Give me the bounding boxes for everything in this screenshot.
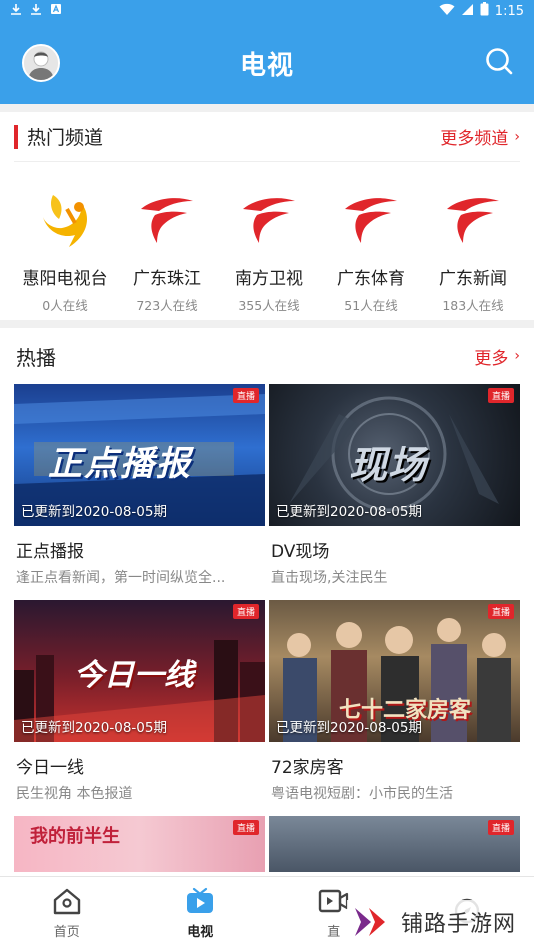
tv-icon — [187, 887, 214, 913]
online-count: 0人在线 — [42, 298, 88, 313]
more-hot-link[interactable]: 更多 › — [474, 344, 520, 369]
page-title: 电视 — [239, 50, 294, 81]
thumbnail-title-text: 今日一线 — [74, 658, 194, 693]
nav-label: 直 — [327, 925, 341, 940]
channel-name: 南方卫视 — [235, 269, 303, 289]
program-card[interactable]: 七十二家房客 直播 已更新到2020-08-05期 72家房客 粤语电视短剧：小… — [269, 600, 520, 816]
battery-icon — [480, 2, 489, 20]
channel-item-sports[interactable]: 广东体育 51人在线 — [320, 184, 422, 314]
online-count: 355人在线 — [238, 298, 300, 313]
channel-name: 广东新闻 — [439, 269, 507, 289]
hot-play-section: 热播 更多 › 正点播报 直播 已更新到2020-08-05期 正点播报 逢正点… — [0, 328, 534, 888]
program-card[interactable]: 正点播报 直播 已更新到2020-08-05期 正点播报 逢正点看新闻，第一时间… — [14, 384, 265, 600]
gdtv-logo-icon — [132, 184, 202, 254]
nav-label: 首页 — [53, 925, 80, 940]
search-button[interactable] — [484, 46, 514, 80]
channel-item-huiyang[interactable]: 惠阳电视台 0人在线 — [14, 184, 116, 314]
program-grid: 正点播报 直播 已更新到2020-08-05期 正点播报 逢正点看新闻，第一时间… — [0, 384, 534, 816]
program-description: 粤语电视短剧：小市民的生活 — [271, 786, 453, 802]
program-thumbnail: 现场 直播 已更新到2020-08-05期 — [269, 384, 520, 526]
program-thumbnail: 今日一线 直播 已更新到2020-08-05期 — [14, 600, 265, 742]
watermark: 铺路手游网 — [346, 900, 522, 944]
channel-item-nanfang[interactable]: 南方卫视 355人在线 — [218, 184, 320, 314]
program-row-partial: 我的前半生 直播 直播 — [0, 816, 534, 872]
user-avatar-icon — [24, 46, 58, 80]
channel-item-news[interactable]: 广东新闻 183人在线 — [422, 184, 524, 314]
program-description: 逢正点看新闻，第一时间纵览全... — [16, 570, 226, 586]
live-badge: 直播 — [487, 820, 514, 835]
watermark-logo-icon — [354, 908, 385, 936]
program-title: DV现场 — [271, 542, 330, 562]
hot-channels-header: 热门频道 更多频道 › — [14, 112, 520, 162]
live-badge: 直播 — [487, 604, 514, 619]
section-accent-bar — [14, 124, 18, 149]
update-text: 已更新到2020-08-05期 — [21, 504, 167, 520]
download-icon — [10, 3, 22, 19]
live-badge: 直播 — [487, 388, 514, 403]
app-header: 电视 — [0, 22, 534, 104]
search-icon — [486, 48, 513, 75]
online-count: 183人在线 — [442, 298, 504, 313]
program-card[interactable]: 现场 直播 已更新到2020-08-05期 DV现场 直击现场,关注民生 — [269, 384, 520, 600]
program-title: 今日一线 — [16, 758, 84, 778]
section-title: 热播 — [16, 345, 56, 370]
status-time: 1:15 — [494, 3, 524, 19]
more-channels-label: 更多频道 — [440, 129, 509, 149]
program-thumbnail: 七十二家房客 直播 已更新到2020-08-05期 — [269, 600, 520, 742]
program-title: 正点播报 — [16, 542, 84, 562]
program-card[interactable]: 今日一线 直播 已更新到2020-08-05期 今日一线 民生视角 本色报道 — [14, 600, 265, 816]
hot-channels-section: 热门频道 更多频道 › 惠阳电视台 0人在线 广东珠江 723人在线 南方卫视 … — [0, 112, 534, 320]
wifi-icon — [439, 3, 455, 20]
channel-list: 惠阳电视台 0人在线 广东珠江 723人在线 南方卫视 355人在线 广东体育 … — [0, 162, 534, 314]
nav-label: 电视 — [187, 925, 214, 940]
signal-icon — [461, 3, 474, 20]
live-badge: 直播 — [232, 820, 259, 835]
online-count: 51人在线 — [344, 298, 398, 313]
program-description: 民生视角 本色报道 — [16, 786, 133, 802]
channel-name: 惠阳电视台 — [22, 269, 108, 289]
thumbnail-title-text: 正点播报 — [48, 444, 192, 484]
watermark-text: 铺路手游网 — [400, 912, 516, 937]
program-title: 72家房客 — [271, 758, 344, 778]
live-badge: 直播 — [232, 388, 259, 403]
channel-name: 广东珠江 — [133, 269, 201, 289]
nav-item-tv[interactable]: 电视 — [134, 877, 268, 950]
status-bar: 1:15 — [0, 0, 534, 22]
notification-a-icon — [50, 3, 62, 19]
chevron-right-icon: › — [514, 128, 520, 145]
channel-name: 广东体育 — [337, 269, 405, 289]
program-thumbnail[interactable]: 直播 — [269, 816, 520, 872]
gdtv-logo-icon — [234, 184, 304, 254]
update-text: 已更新到2020-08-05期 — [276, 504, 422, 520]
program-thumbnail[interactable]: 我的前半生 直播 — [14, 816, 265, 872]
home-icon — [53, 888, 80, 915]
section-title: 热门频道 — [27, 127, 104, 149]
live-video-icon — [318, 889, 348, 913]
chevron-right-icon: › — [514, 348, 520, 364]
nav-item-home[interactable]: 首页 — [0, 877, 134, 950]
program-thumbnail: 正点播报 直播 已更新到2020-08-05期 — [14, 384, 265, 526]
online-count: 723人在线 — [136, 298, 198, 313]
more-hot-label: 更多 — [474, 348, 509, 369]
huiyang-logo-icon — [30, 184, 100, 254]
download-icon — [30, 3, 42, 19]
update-text: 已更新到2020-08-05期 — [21, 720, 167, 736]
more-channels-link[interactable]: 更多频道 › — [440, 124, 520, 150]
gdtv-logo-icon — [336, 184, 406, 254]
channel-item-zhujiang[interactable]: 广东珠江 723人在线 — [116, 184, 218, 314]
live-badge: 直播 — [232, 604, 259, 619]
gdtv-logo-icon — [438, 184, 508, 254]
program-description: 直击现场,关注民生 — [271, 570, 388, 586]
update-text: 已更新到2020-08-05期 — [276, 720, 422, 736]
avatar[interactable] — [22, 44, 60, 82]
thumbnail-title-text: 现场 — [349, 443, 428, 487]
thumbnail-title-text: 我的前半生 — [30, 826, 120, 847]
hot-play-header: 热播 更多 › — [0, 328, 534, 384]
